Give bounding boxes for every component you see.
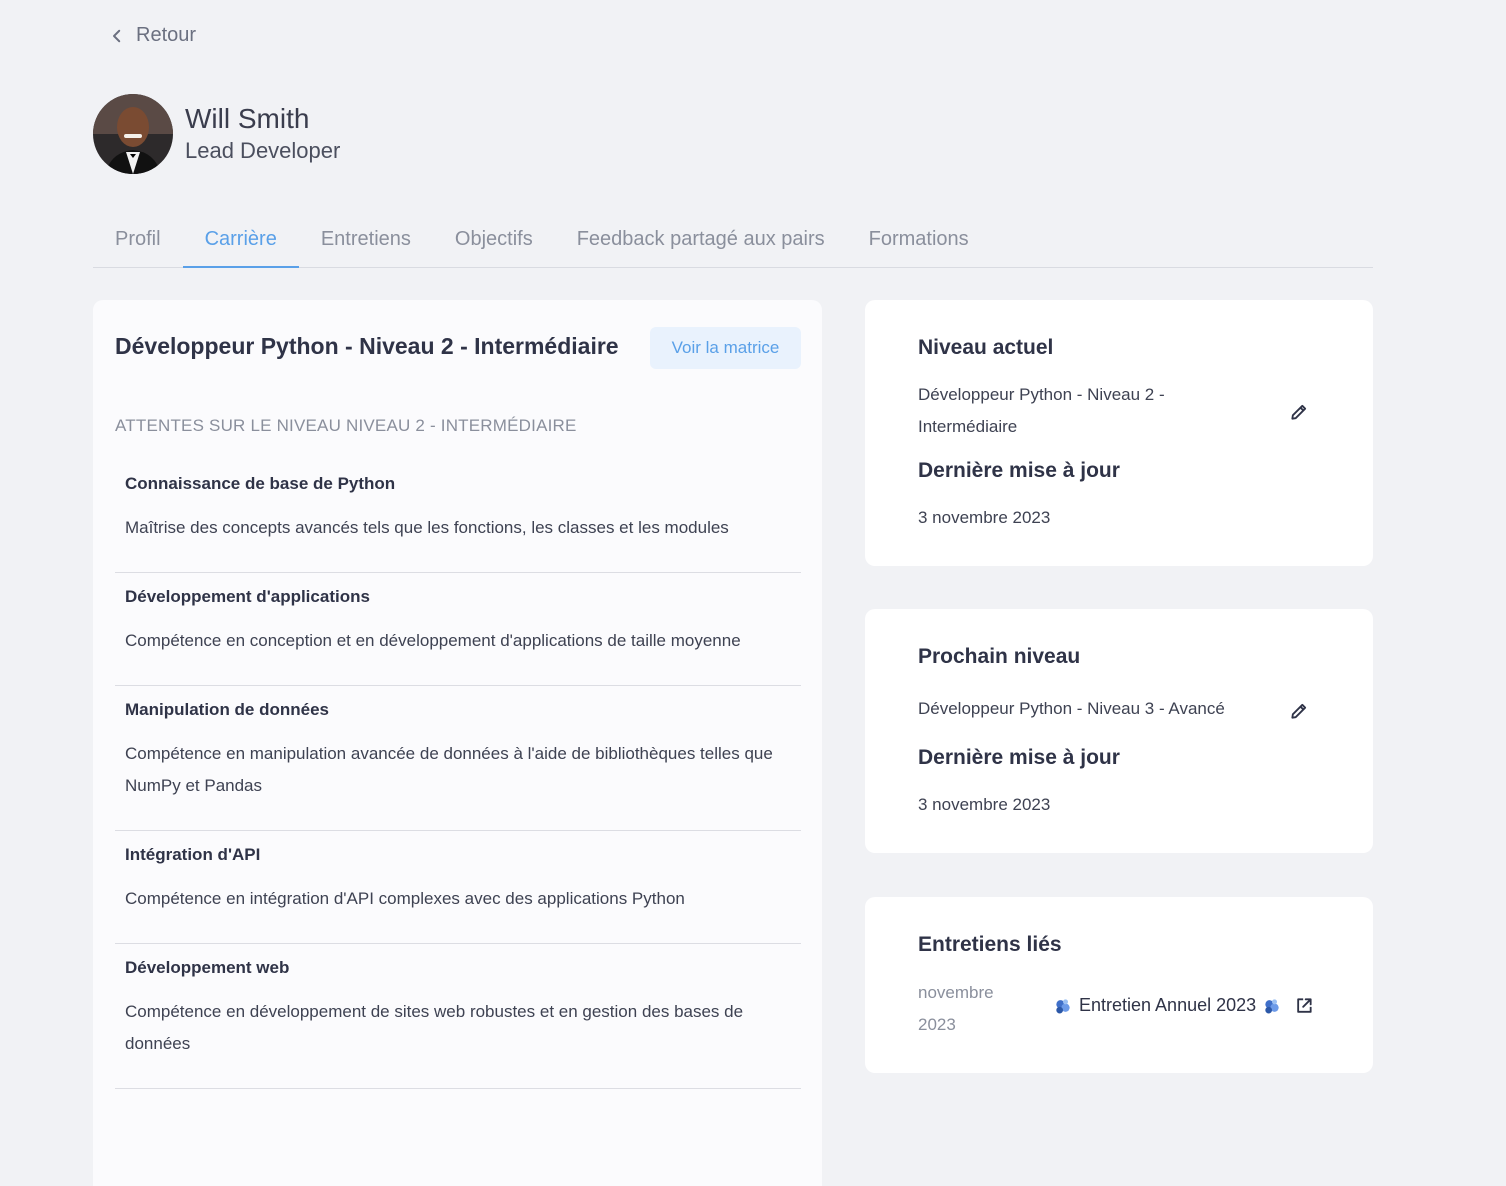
item-title: Manipulation de données <box>125 700 330 719</box>
next-level-updated-date: 3 novembre 2023 <box>918 795 1051 814</box>
tab-profil[interactable]: Profil <box>93 218 183 268</box>
expectations-list: Connaissance de base de Python Maîtrise … <box>115 460 801 1089</box>
tab-formations[interactable]: Formations <box>847 218 991 268</box>
item-title: Connaissance de base de Python <box>125 474 396 493</box>
list-item: Développement web Compétence en développ… <box>115 944 801 1089</box>
list-item: Connaissance de base de Python Maîtrise … <box>115 460 801 573</box>
list-item: Développement d'applications Compétence … <box>115 573 801 686</box>
current-level-title: Niveau actuel <box>918 336 1054 359</box>
expectations-section-label: ATTENTES SUR LE NIVEAU NIVEAU 2 - INTERM… <box>115 416 577 435</box>
tab-entretiens[interactable]: Entretiens <box>299 218 433 268</box>
item-description: Compétence en intégration d'API complexe… <box>125 889 685 908</box>
interview-date-line2: 2023 <box>918 1015 956 1034</box>
profile-name: Will Smith <box>185 103 310 134</box>
item-title: Développement web <box>125 958 290 977</box>
view-matrix-button[interactable]: Voir la matrice <box>650 327 801 369</box>
cells-icon <box>1056 998 1070 1013</box>
tab-bar: Profil Carrière Entretiens Objectifs Fee… <box>93 218 1373 268</box>
item-description: Maîtrise des concepts avancés tels que l… <box>125 518 729 537</box>
current-level-value-line1: Développeur Python - Niveau 2 - <box>918 385 1165 404</box>
linked-interviews-card: Entretiens liés novembre 2023 Entretien … <box>865 897 1373 1073</box>
avatar <box>93 94 173 174</box>
current-level-value-line2: Intermédiaire <box>918 417 1018 436</box>
back-link[interactable]: Retour <box>108 24 196 47</box>
profile-header: Will Smith Lead Developer <box>93 94 340 174</box>
interview-date-line1: novembre <box>918 983 994 1002</box>
list-item: Intégration d'API Compétence en intégrat… <box>115 831 801 944</box>
current-level-card: Niveau actuel Développeur Python - Nivea… <box>865 300 1373 566</box>
tab-objectifs[interactable]: Objectifs <box>433 218 555 268</box>
cells-icon <box>1265 998 1279 1013</box>
next-level-value: Développeur Python - Niveau 3 - Avancé <box>918 699 1225 718</box>
chevron-left-icon <box>113 29 121 42</box>
item-description: Compétence en conception et en développe… <box>125 631 741 650</box>
next-level-card: Prochain niveau Développeur Python - Niv… <box>865 609 1373 853</box>
current-level-updated-label: Dernière mise à jour <box>918 459 1120 482</box>
tab-feedback[interactable]: Feedback partagé aux pairs <box>555 218 847 268</box>
profile-role: Lead Developer <box>185 138 341 163</box>
career-expectations-card: Développeur Python - Niveau 2 - Interméd… <box>93 300 822 1186</box>
current-level-updated-date: 3 novembre 2023 <box>918 508 1051 527</box>
item-description: Compétence en manipulation avancée de do… <box>125 744 773 795</box>
item-description: Compétence en développement de sites web… <box>125 1002 744 1053</box>
item-title: Intégration d'API <box>125 845 261 864</box>
external-link-icon[interactable] <box>1294 996 1314 1016</box>
back-label: Retour <box>136 24 197 46</box>
next-level-title: Prochain niveau <box>918 645 1081 668</box>
interview-name: Entretien Annuel 2023 <box>1079 995 1257 1015</box>
pencil-icon[interactable] <box>1289 701 1309 721</box>
item-title: Développement d'applications <box>125 587 370 606</box>
next-level-updated-label: Dernière mise à jour <box>918 746 1120 769</box>
linked-interviews-title: Entretiens liés <box>918 933 1062 956</box>
tab-carriere[interactable]: Carrière <box>182 218 299 268</box>
interview-link[interactable]: Entretien Annuel 2023 <box>1053 995 1314 1016</box>
list-item: Manipulation de données Compétence en ma… <box>115 686 801 831</box>
career-title: Développeur Python - Niveau 2 - Interméd… <box>115 333 619 359</box>
pencil-icon[interactable] <box>1289 402 1309 422</box>
